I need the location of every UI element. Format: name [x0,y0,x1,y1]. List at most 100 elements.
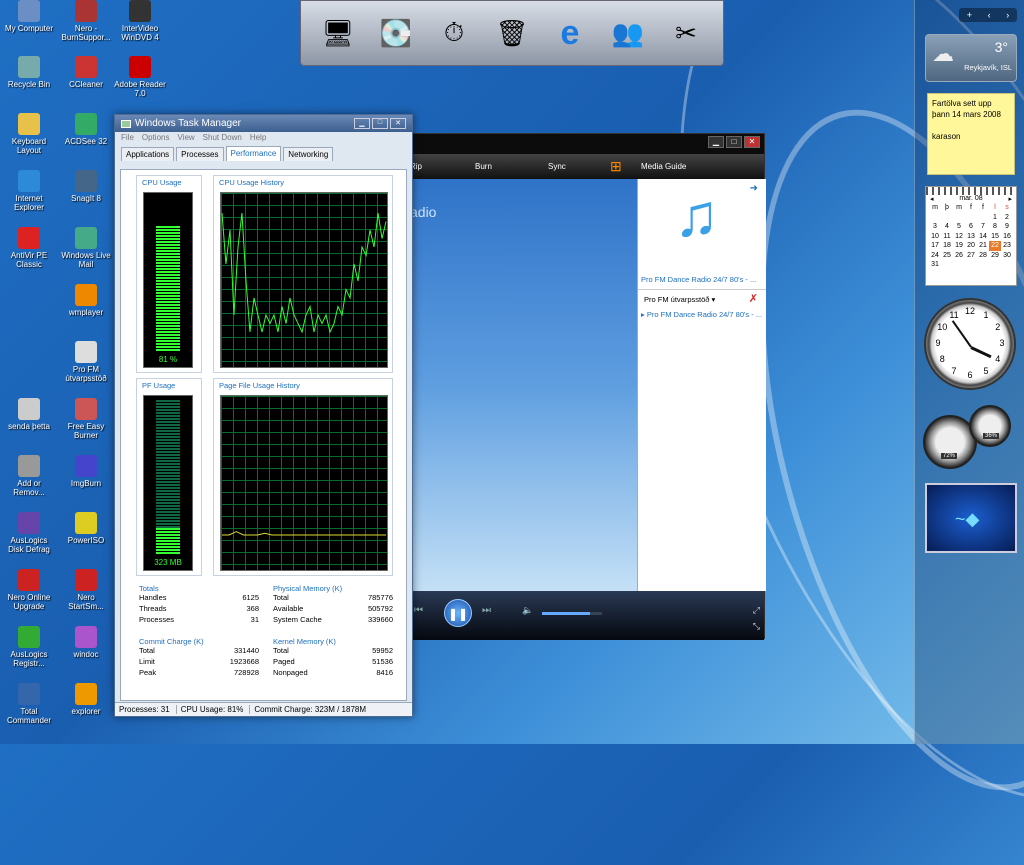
ie-icon[interactable]: e [546,9,594,57]
desktop-icon[interactable]: AusLogics Registr... [3,626,55,668]
calendar-day[interactable]: 2 [1001,213,1013,223]
calendar-day[interactable]: 20 [965,241,977,251]
desktop-icon[interactable]: PowerISO [60,512,112,545]
calendar-day[interactable]: 15 [989,232,1001,242]
play-pause-button[interactable]: ❚❚ [444,599,472,627]
calendar-day[interactable] [953,260,965,270]
close-button[interactable]: ✕ [744,136,760,148]
minimize-button[interactable]: ▁ [354,118,370,129]
menu-help[interactable]: Help [250,133,266,145]
calendar-day[interactable]: 26 [953,251,965,261]
calendar-day[interactable]: 18 [941,241,953,251]
calendar-day[interactable]: 17 [929,241,941,251]
task-manager-titlebar[interactable]: Windows Task Manager ▁ □ ✕ [115,115,412,132]
tab-applications[interactable]: Applications [121,147,175,161]
calendar-day[interactable]: 8 [989,222,1001,232]
calendar-day[interactable]: 31 [929,260,941,270]
calendar-gadget[interactable]: ◂ mar. 08 ▸ m þ m f f l s 1 2 3 4 5 6 7 8 9 10 11 12 13 14 15… [925,186,1017,286]
tab-sync[interactable]: Sync [548,162,566,171]
gauge-icon[interactable]: ⏱ [430,9,478,57]
desktop-icon[interactable]: ImgBurn [60,455,112,488]
calendar-day[interactable] [977,213,989,223]
trash-icon[interactable]: 🗑 [488,9,536,57]
calendar-day[interactable]: 7 [977,222,989,232]
calendar-day[interactable] [965,213,977,223]
calendar-prev-icon[interactable]: ◂ [930,195,934,203]
calendar-day[interactable]: 24 [929,251,941,261]
calendar-day[interactable]: 12 [953,232,965,242]
fullscreen-icon[interactable]: ⤢ [753,605,760,616]
desktop-icon[interactable]: explorer [60,683,112,716]
desktop-icon[interactable]: InterVideo WinDVD 4 [114,0,166,42]
menu-file[interactable]: File [121,133,134,145]
next-page-icon[interactable]: › [1006,8,1009,22]
calendar-day[interactable]: 6 [965,222,977,232]
desktop-icon[interactable]: Adobe Reader 7.0 [114,56,166,98]
calendar-day[interactable] [953,213,965,223]
playlist-item[interactable]: ▸ Pro FM Dance Radio 24/7 80's - ... [641,310,762,319]
previous-icon[interactable]: ⏮ [414,605,423,616]
calendar-day[interactable]: 28 [977,251,989,261]
calendar-day[interactable]: 21 [977,241,989,251]
calendar-day[interactable]: 13 [965,232,977,242]
calendar-day[interactable]: 11 [941,232,953,242]
monitor-icon[interactable]: 🖥 [314,9,362,57]
desktop-icon[interactable]: AusLogics Disk Defrag [3,512,55,554]
calendar-day[interactable]: 1 [989,213,1001,223]
close-button[interactable]: ✕ [390,118,406,129]
desktop-icon[interactable]: wmplayer [60,284,112,317]
calendar-day[interactable]: 14 [977,232,989,242]
tab-performance[interactable]: Performance [225,146,282,161]
notes-gadget[interactable]: Fartölva sett upp þann 14 mars 2008 kara… [927,93,1015,175]
calendar-day[interactable]: 19 [953,241,965,251]
desktop-icon[interactable]: windoc [60,626,112,659]
calendar-day[interactable] [989,260,1001,270]
desktop-icon[interactable]: SnagIt 8 [60,170,112,203]
desktop-icon[interactable]: Recycle Bin [3,56,55,89]
calendar-day[interactable]: 30 [1001,251,1013,261]
arrow-right-icon[interactable]: ➜ [750,183,758,194]
desktop-icon[interactable]: Windows Live Mail [60,227,112,269]
menu-shut-down[interactable]: Shut Down [203,133,242,145]
tab-networking[interactable]: Networking [283,147,334,161]
desktop-icon[interactable]: Add or Remov... [3,455,55,497]
menu-options[interactable]: Options [142,133,170,145]
calendar-day[interactable]: 16 [1001,232,1013,242]
calendar-day[interactable]: 4 [941,222,953,232]
messenger-icon[interactable]: 👥 [604,9,652,57]
clear-list-icon[interactable]: ✗ [749,292,758,305]
playlist-dropdown[interactable]: Pro FM útvarpsstöð ▾ [644,295,715,304]
compact-mode-icon[interactable]: ⤡ [753,621,760,632]
previous-page-icon[interactable]: ‹ [988,8,991,22]
tab-media-guide[interactable]: Media Guide [641,162,686,171]
maximize-button[interactable]: □ [372,118,388,129]
calendar-day[interactable]: 27 [965,251,977,261]
calendar-day[interactable]: 22 [989,241,1001,251]
calendar-day[interactable] [929,213,941,223]
calendar-day[interactable] [1001,260,1013,270]
weather-gadget[interactable]: ☁ 3° Reykjavík, ISL [925,34,1017,82]
desktop-icon[interactable]: Nero StartSm... [60,569,112,611]
calendar-day[interactable] [941,260,953,270]
calendar-day[interactable] [965,260,977,270]
desktop-icon[interactable]: Total Commander [3,683,55,725]
desktop-icon[interactable]: ACDSee 32 [60,113,112,146]
menu-view[interactable]: View [177,133,194,145]
desktop-icon[interactable]: senda þetta [3,398,55,431]
calendar-day[interactable] [941,213,953,223]
calendar-day[interactable]: 5 [953,222,965,232]
desktop-icon[interactable]: Free Easy Burner [60,398,112,440]
add-gadget-icon[interactable]: + [967,8,972,22]
calendar-next-icon[interactable]: ▸ [1008,195,1012,203]
desktop-icon[interactable]: Keyboard Layout [3,113,55,155]
tab-processes[interactable]: Processes [176,147,224,161]
calendar-day[interactable]: 9 [1001,222,1013,232]
desktop-icon[interactable]: AntiVir PE Classic [3,227,55,269]
calendar-day[interactable] [977,260,989,270]
volume-slider[interactable] [542,612,602,615]
calendar-day[interactable]: 25 [941,251,953,261]
desktop-icon[interactable]: Pro FM útvarpsstöð [60,341,112,383]
tab-burn[interactable]: Burn [475,162,492,171]
desktop-icon[interactable]: Nero Online Upgrade [3,569,55,611]
drive-icon[interactable]: 💽 [372,9,420,57]
